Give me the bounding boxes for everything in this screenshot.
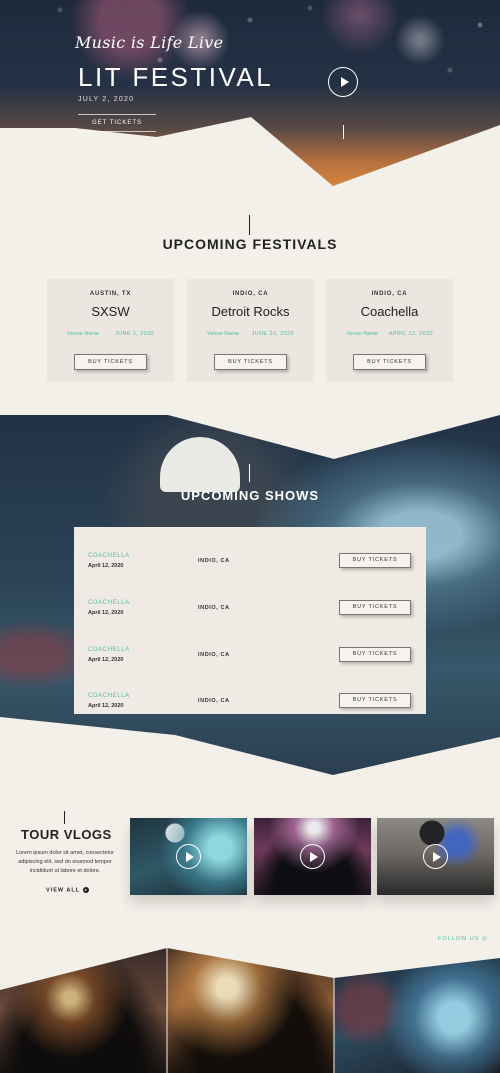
show-row: COACHELLA April 12, 2020 INDIO, CA BUY T…: [74, 679, 426, 725]
vlog-thumbnail[interactable]: [377, 818, 494, 895]
show-date: April 12, 2020: [88, 657, 124, 663]
follow-us-link[interactable]: FOLLOW US ◎: [438, 936, 488, 942]
festival-location: AUSTIN, TX: [89, 291, 132, 297]
divider-line: [64, 811, 65, 824]
festival-date: APRIL 12, 2020: [388, 331, 433, 337]
divider-line: [343, 125, 344, 139]
show-location: INDIO, CA: [198, 605, 230, 611]
play-circle-icon: [83, 887, 90, 893]
play-video-icon[interactable]: [176, 844, 201, 869]
buy-tickets-button[interactable]: BUY TICKETS: [339, 647, 411, 662]
instagram-icon: ◎: [481, 936, 488, 942]
show-name[interactable]: COACHELLA: [88, 600, 130, 606]
vlogs-description: Lorem ipsum dolor sit amet, consectetur …: [16, 850, 114, 874]
buy-tickets-button[interactable]: BUY TICKETS: [339, 553, 411, 568]
show-row: COACHELLA April 12, 2020 INDIO, CA BUY T…: [74, 539, 426, 585]
buy-tickets-button[interactable]: BUY TICKETS: [339, 600, 411, 615]
view-all-link[interactable]: VIEW ALL: [46, 887, 90, 894]
festival-location: INDIO, CA: [232, 291, 269, 297]
festival-name: SXSW: [91, 304, 130, 319]
show-location: INDIO, CA: [198, 558, 230, 564]
festival-venue: Venue Name: [346, 331, 378, 337]
play-video-icon[interactable]: [300, 844, 325, 869]
play-video-icon[interactable]: [328, 67, 358, 97]
hero-title: LIT FESTIVAL: [78, 62, 274, 92]
show-date: April 12, 2020: [88, 610, 124, 616]
show-date: April 12, 2020: [88, 703, 124, 709]
festival-name: Coachella: [360, 304, 419, 319]
show-date: April 12, 2020: [88, 563, 124, 569]
play-video-icon[interactable]: [423, 844, 448, 869]
hero-date: JULY 2, 2020: [78, 96, 135, 103]
divider-line: [249, 464, 250, 482]
show-location: INDIO, CA: [198, 698, 230, 704]
buy-tickets-button[interactable]: BUY TICKETS: [353, 354, 426, 370]
hero-section: Music is Life Live LIT FESTIVAL JULY 2, …: [0, 0, 500, 190]
festival-venue: Venue Name: [207, 331, 239, 337]
get-tickets-button[interactable]: GET TICKETS: [78, 114, 156, 132]
vlog-thumbnail[interactable]: [130, 818, 247, 895]
gallery-angle-divider: [0, 948, 500, 1073]
vlogs-title: TOUR VLOGS: [21, 827, 112, 842]
hero-tagline: Music is Life Live: [75, 33, 224, 52]
festivals-title: UPCOMING FESTIVALS: [162, 236, 338, 252]
festival-date: JUNE 1, 2020: [114, 331, 154, 337]
festival-date: JUNE 20, 2020: [251, 331, 294, 337]
festival-name: Detroit Rocks: [211, 304, 290, 319]
festival-location: INDIO, CA: [371, 291, 408, 297]
photo-gallery: [0, 948, 500, 1073]
buy-tickets-button[interactable]: BUY TICKETS: [74, 354, 147, 370]
view-all-label: VIEW ALL: [46, 887, 81, 894]
vlog-thumbnail[interactable]: [254, 818, 371, 895]
show-row: COACHELLA April 12, 2020 INDIO, CA BUY T…: [74, 633, 426, 679]
festival-card: AUSTIN, TX SXSW Venue Name JUNE 1, 2020 …: [47, 279, 174, 382]
follow-us-label: FOLLOW US: [438, 936, 480, 942]
festival-venue: Venue Name: [67, 331, 99, 337]
show-name[interactable]: COACHELLA: [88, 693, 130, 699]
buy-tickets-button[interactable]: BUY TICKETS: [214, 354, 287, 370]
shows-section: UPCOMING SHOWS COACHELLA April 12, 2020 …: [0, 415, 500, 780]
buy-tickets-button[interactable]: BUY TICKETS: [339, 693, 411, 708]
show-row: COACHELLA April 12, 2020 INDIO, CA BUY T…: [74, 586, 426, 632]
festival-card: INDIO, CA Coachella Venue Name APRIL 12,…: [326, 279, 453, 382]
shows-title: UPCOMING SHOWS: [180, 488, 320, 503]
hero-angle-divider: [0, 117, 500, 190]
shows-list: COACHELLA April 12, 2020 INDIO, CA BUY T…: [74, 527, 426, 714]
show-location: INDIO, CA: [198, 652, 230, 658]
show-name[interactable]: COACHELLA: [88, 647, 130, 653]
festival-card: INDIO, CA Detroit Rocks Venue Name JUNE …: [187, 279, 314, 382]
show-name[interactable]: COACHELLA: [88, 553, 130, 559]
divider-line: [249, 215, 250, 235]
